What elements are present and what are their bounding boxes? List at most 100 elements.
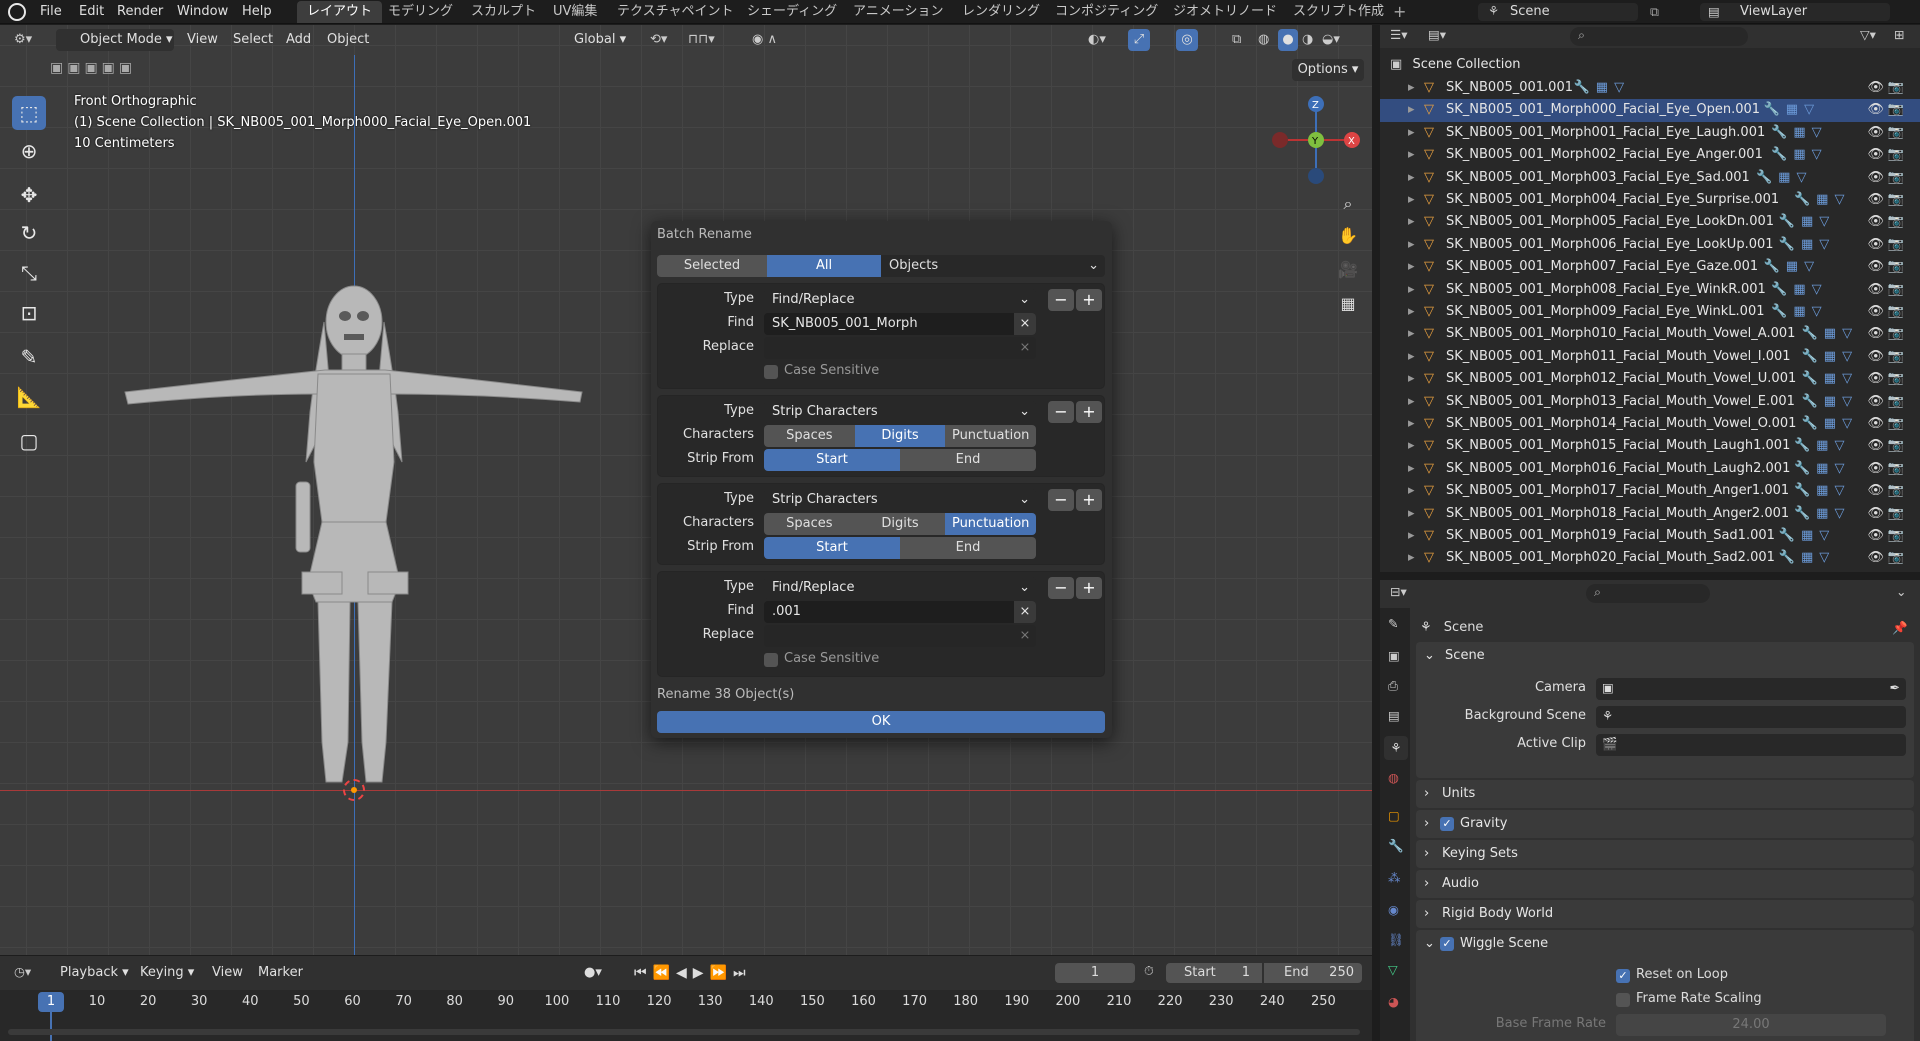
render-visibility-icon[interactable]: 📷 [1888,391,1904,413]
step1-remove-button[interactable]: − [1048,289,1074,311]
timeline-menu-keying[interactable]: Keying ▾ [140,962,194,984]
outliner-item[interactable]: ▸ ▽ SK_NB005_001_Morph014_Facial_Mouth_Vow… [1380,413,1920,435]
render-visibility-icon[interactable]: 📷 [1888,525,1904,547]
scene-tab-icon[interactable]: ⚘ [1384,736,1408,760]
options-button[interactable]: Options ▾ [1292,59,1364,81]
viewport-menu-add[interactable]: Add [286,29,311,51]
step3-digits-toggle[interactable]: Digits [854,513,946,535]
step2-end-toggle[interactable]: End [900,449,1036,471]
reset-on-loop-checkbox[interactable]: ✓ [1616,969,1630,983]
eye-icon[interactable]: 👁 [1867,458,1884,480]
outliner-item[interactable]: ▸ ▽ SK_NB005_001_Morph011_Facial_Mouth_Vow… [1380,346,1920,368]
modifier-icons[interactable]: 🔧▦▽ [1764,99,1820,121]
eye-icon[interactable]: 👁 [1867,77,1884,99]
outliner-item[interactable]: ▸ ▽ SK_NB005_001_Morph001_Facial_Eye_Laugh… [1380,122,1920,144]
render-visibility-icon[interactable]: 📷 [1888,122,1904,144]
clear-field-icon[interactable]: ⨯ [1014,625,1036,647]
expand-arrow-icon[interactable]: ▸ [1408,503,1415,525]
render-visibility-icon[interactable]: 📷 [1888,480,1904,502]
timeline-menu-marker[interactable]: Marker [258,962,303,984]
render-visibility-icon[interactable]: 📷 [1888,458,1904,480]
select-mode-icons[interactable]: ▣▣▣▣▣ [50,60,158,80]
eye-icon[interactable]: 👁 [1867,368,1884,390]
rotate-tool-icon[interactable]: ↻ [12,216,46,250]
eye-icon[interactable]: 👁 [1867,525,1884,547]
render-visibility-icon[interactable]: 📷 [1888,547,1904,569]
measure-tool-icon[interactable]: 📐 [12,380,46,414]
rigid-body-world-panel[interactable]: › Rigid Body World [1416,900,1914,928]
cursor-tool-icon[interactable]: ⊕ [12,134,46,168]
step4-find-input[interactable]: .001 ⨯ [764,601,1036,623]
viewport-menu-view[interactable]: View [187,29,218,51]
tab-compositing[interactable]: コンポジティング [1045,1,1168,23]
tab-shading[interactable]: シェーディング [737,1,847,23]
render-visibility-icon[interactable]: 📷 [1888,234,1904,256]
eye-icon[interactable]: 👁 [1867,413,1884,435]
modifier-icons[interactable]: 🔧▦▽ [1779,547,1835,569]
expand-arrow-icon[interactable]: ▸ [1408,458,1415,480]
outliner-item[interactable]: ▸ ▽ SK_NB005_001_Morph000_Facial_Eye_Open.… [1380,99,1920,122]
visibility-icon[interactable]: ◐▾ [1088,29,1106,51]
eye-icon[interactable]: 👁 [1867,144,1884,166]
outliner-item[interactable]: ▸ ▽ SK_NB005_001_Morph020_Facial_Mouth_Sad… [1380,547,1920,569]
data-type-dropdown[interactable]: Objects ⌄ [881,255,1105,277]
background-scene-field[interactable]: ⚘ [1596,706,1906,728]
modifier-icons[interactable]: 🔧▦▽ [1779,234,1835,256]
outliner-item[interactable]: ▸ ▽ SK_NB005_001_Morph004_Facial_Eye_Surpr… [1380,189,1920,211]
tab-layout[interactable]: レイアウト [297,1,383,23]
outliner-item[interactable]: ▸ ▽ SK_NB005_001_Morph017_Facial_Mouth_Ang… [1380,480,1920,502]
frame-rate-scaling-checkbox[interactable] [1616,993,1630,1007]
eye-icon[interactable]: 👁 [1867,189,1884,211]
modifier-tab-icon[interactable]: 🔧 [1388,838,1404,854]
record-icon[interactable]: ●▾ [584,962,602,984]
outliner-item[interactable]: ▸ ▽ SK_NB005_001_Morph002_Facial_Eye_Anger… [1380,144,1920,166]
outliner-item[interactable]: ▸ ▽ SK_NB005_001_Morph016_Facial_Mouth_Lau… [1380,458,1920,480]
expand-arrow-icon[interactable]: ▸ [1408,480,1415,502]
physics-tab-icon[interactable]: ◉ [1388,902,1399,917]
eye-icon[interactable]: 👁 [1867,167,1884,189]
step4-add-button[interactable]: + [1076,577,1102,599]
menu-file[interactable]: File [40,2,62,22]
clear-field-icon[interactable]: ⨯ [1014,337,1036,359]
render-visibility-icon[interactable]: 📷 [1888,413,1904,435]
data-tab-icon[interactable]: ▽ [1388,962,1398,977]
tab-sculpt[interactable]: スカルプト [461,1,546,23]
expand-arrow-icon[interactable]: ▸ [1408,144,1415,166]
step2-punctuation-toggle[interactable]: Punctuation [945,425,1036,447]
timeline-menu-playback[interactable]: Playback ▾ [60,962,129,984]
expand-arrow-icon[interactable]: ▸ [1408,323,1415,345]
outliner-item[interactable]: ▸ ▽ SK_NB005_001_Morph006_Facial_Eye_LookU… [1380,234,1920,256]
eye-icon[interactable]: 👁 [1867,435,1884,457]
menu-render[interactable]: Render [117,2,163,22]
expand-arrow-icon[interactable]: ▸ [1408,167,1415,189]
modifier-icons[interactable]: 🔧▦▽ [1771,144,1827,166]
eye-icon[interactable]: 👁 [1867,234,1884,256]
playhead-frame[interactable]: 1 [38,992,64,1012]
step2-add-button[interactable]: + [1076,401,1102,423]
viewport-menu-select[interactable]: Select [233,29,273,51]
step4-remove-button[interactable]: − [1048,577,1074,599]
modifier-icons[interactable]: 🔧▦▽ [1764,256,1820,278]
modifier-icons[interactable]: 🔧▦▽ [1779,211,1835,233]
scope-all-tab[interactable]: All [767,255,881,277]
audio-panel[interactable]: › Audio [1416,870,1914,898]
gizmo-toggle-icon[interactable]: ⤢ [1128,29,1150,51]
shading-solid-icon[interactable]: ● [1278,29,1298,51]
render-visibility-icon[interactable]: 📷 [1888,144,1904,166]
modifier-icons[interactable]: 🔧▦▽ [1794,458,1850,480]
mode-selector[interactable]: Object Mode ▾ [56,29,174,51]
viewport-menu-object[interactable]: Object [327,29,369,51]
view-layer-selector[interactable]: ▤ ViewLayer [1700,3,1890,21]
editor-type-icon[interactable]: ⚙▾ [14,29,32,51]
modifier-icons[interactable]: 🔧▦▽ [1794,480,1850,502]
eye-icon[interactable]: 👁 [1867,480,1884,502]
modifier-icons[interactable]: 🔧▦▽ [1771,279,1827,301]
eye-icon[interactable]: 👁 [1867,211,1884,233]
outliner-item[interactable]: ▸ ▽ SK_NB005_001.001 📷 👁 🔧▦▽ [1380,77,1920,99]
keying-sets-panel[interactable]: › Keying Sets [1416,840,1914,868]
modifier-icons[interactable]: 🔧▦▽ [1574,77,1630,99]
end-frame-field[interactable]: End 250 [1264,963,1362,983]
gravity-checkbox[interactable]: ✓ [1440,817,1454,831]
wiggle-scene-checkbox[interactable]: ✓ [1440,937,1454,951]
step4-type-dropdown[interactable]: Find/Replace ⌄ [764,577,1036,599]
